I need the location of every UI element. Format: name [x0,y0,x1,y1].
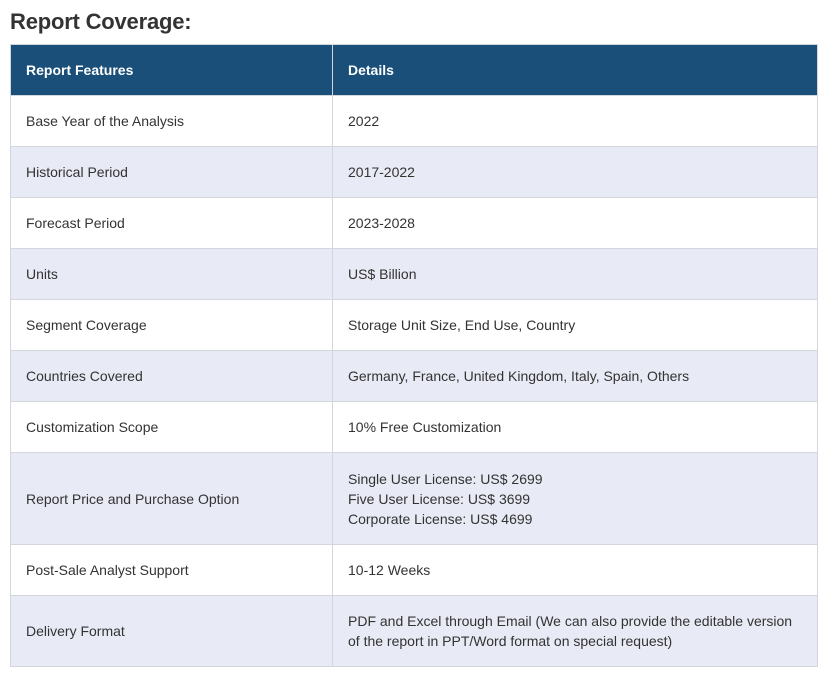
feature-cell: Post-Sale Analyst Support [10,544,333,596]
details-line: 2017-2022 [348,164,415,180]
details-cell: PDF and Excel through Email (We can also… [332,595,818,667]
feature-cell: Base Year of the Analysis [10,95,333,147]
details-line: 10-12 Weeks [348,562,431,578]
details-cell: 10-12 Weeks [332,544,818,596]
table-row: Base Year of the Analysis 2022 [10,95,818,147]
details-line: US$ Billion [348,266,417,282]
table-row: Post-Sale Analyst Support 10-12 Weeks [10,544,818,596]
details-cell: 2023-2028 [332,197,818,249]
details-line: Germany, France, United Kingdom, Italy, … [348,368,690,384]
details-line: 2023-2028 [348,215,415,231]
table-row: Customization Scope 10% Free Customizati… [10,401,818,453]
details-cell: 2022 [332,95,818,147]
details-cell: US$ Billion [332,248,818,300]
feature-cell: Historical Period [10,146,333,198]
details-line: 2022 [348,113,380,129]
details-cell: 2017-2022 [332,146,818,198]
table-row: Units US$ Billion [10,248,818,300]
feature-cell: Forecast Period [10,197,333,249]
table-header-row: Report Features Details [10,44,818,96]
table-row: Segment Coverage Storage Unit Size, End … [10,299,818,351]
details-line: Single User License: US$ 2699 [348,470,543,487]
details-line: Five User License: US$ 3699 [348,490,531,507]
table-row: Delivery Format PDF and Excel through Em… [10,595,818,667]
table-row: Report Price and Purchase Option Single … [10,452,818,545]
feature-cell: Report Price and Purchase Option [10,452,333,545]
feature-cell: Delivery Format [10,595,333,667]
details-cell: Germany, France, United Kingdom, Italy, … [332,350,818,402]
details-cell: Storage Unit Size, End Use, Country [332,299,818,351]
feature-cell: Customization Scope [10,401,333,453]
page-title: Report Coverage: [10,9,192,34]
details-cell: Single User License: US$ 2699 Five User … [332,452,818,545]
details-line: Storage Unit Size, End Use, Country [348,317,576,333]
details-cell: 10% Free Customization [332,401,818,453]
details-line: of the report in PPT/Word format on spec… [348,633,673,649]
report-coverage-table: Report Features Details Base Year of the… [10,44,818,667]
details-line: Corporate License: US$ 4699 [348,510,533,527]
details-line: 10% Free Customization [348,419,502,435]
table-row: Historical Period 2017-2022 [10,146,818,198]
table-row: Forecast Period 2023-2028 [10,197,818,249]
header-report-features: Report Features [10,44,333,96]
header-details: Details [332,44,818,96]
feature-cell: Segment Coverage [10,299,333,351]
feature-cell: Countries Covered [10,350,333,402]
details-line: PDF and Excel through Email (We can also… [348,613,793,629]
table-row: Countries Covered Germany, France, Unite… [10,350,818,402]
feature-cell: Units [10,248,333,300]
